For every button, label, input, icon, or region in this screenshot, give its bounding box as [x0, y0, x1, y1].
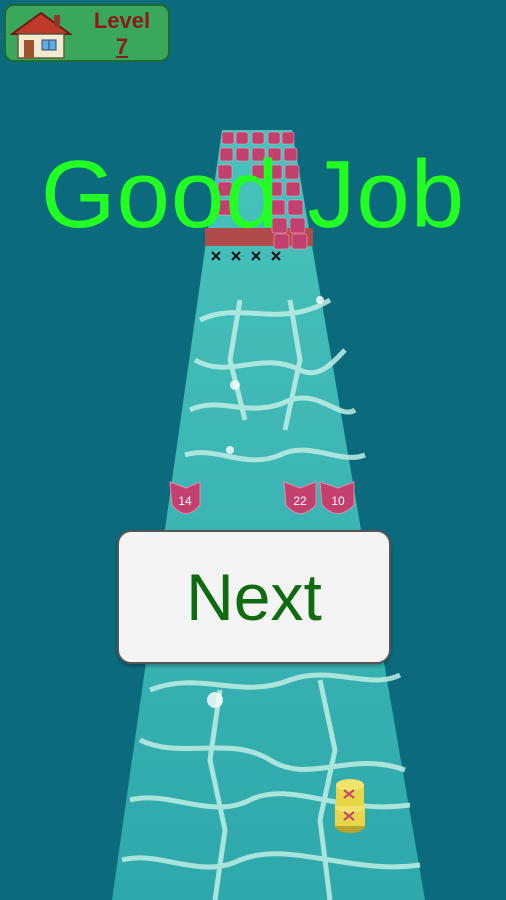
level-label: Level	[93, 8, 151, 33]
game-stage: 14 22 10 Level 7 Good Job Next	[0, 0, 506, 900]
level-number: 7	[115, 34, 129, 59]
enemy-value: 10	[331, 494, 345, 508]
next-button[interactable]: Next	[117, 530, 391, 664]
next-button-label: Next	[186, 560, 322, 634]
enemy-value: 14	[178, 494, 192, 508]
player-stack	[335, 779, 365, 833]
house-icon[interactable]	[10, 10, 72, 60]
level-panel: Level 7	[4, 4, 170, 62]
good-job-title: Good Job	[40, 141, 466, 248]
track: 14 22 10	[112, 130, 425, 900]
enemy-value: 22	[293, 494, 307, 508]
